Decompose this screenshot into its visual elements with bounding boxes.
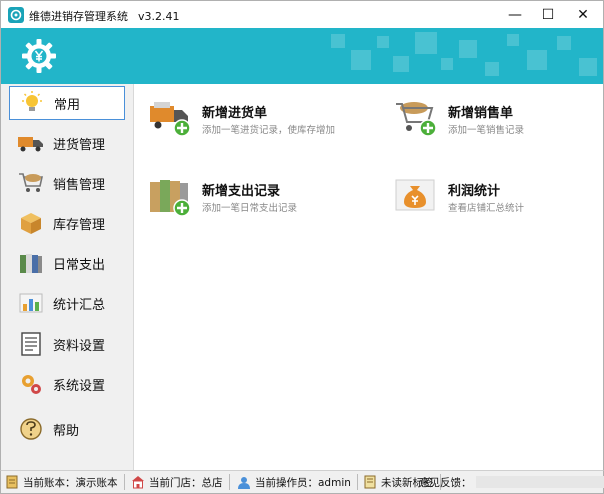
profit-statistics-tile[interactable]: 利润统计 查看店铺汇总统计 [394,176,594,226]
ledger-icon [5,475,19,489]
lightbulb-icon [18,91,46,115]
title-bar: 维德进销存管理系统 v3.2.41 — ☐ ✕ [0,0,604,28]
user-icon [237,475,251,489]
tile-title: 新增支出记录 [202,184,281,199]
sidebar-item-help[interactable]: 帮助 [9,412,125,446]
current-account[interactable]: 当前账本：演示账本 [5,474,125,490]
app-logo-icon [8,7,24,23]
document-icon [17,332,45,356]
banner-decoration [415,32,437,54]
truck-icon [17,131,45,155]
binders-icon [17,251,45,275]
gears-icon [17,372,45,396]
sidebar-item-common[interactable]: 常用 [9,86,125,120]
minimize-button[interactable]: — [498,1,532,29]
banner-decoration [331,34,345,48]
new-expense-record-tile[interactable]: 新增支出记录 添加一笔日常支出记录 [148,176,348,226]
sidebar-item-label: 系统设置 [53,378,106,394]
sidebar-item-label: 资料设置 [53,338,106,354]
banner-decoration [393,56,409,72]
help-icon [17,417,45,441]
close-button[interactable]: ✕ [566,1,600,29]
brand-gear-icon [21,38,57,74]
banner-decoration [351,50,371,70]
sidebar-item-inventory[interactable]: 库存管理 [9,206,125,240]
window-title: 维德进销存管理系统 v3.2.41 [29,8,180,24]
banner-decoration [507,34,519,46]
sidebar-item-label: 进货管理 [53,137,106,153]
feedback-label: 意见反馈： [419,476,472,489]
sidebar: 常用 进货管理 销售管理 库存管理 日常支出 统计汇总 资料设置 系统设置 帮助 [0,84,134,470]
box-icon [17,211,45,235]
app-version: v3.2.41 [138,10,180,23]
bar-chart-icon [17,291,45,315]
sidebar-item-label: 日常支出 [53,257,106,273]
sidebar-item-label: 常用 [54,97,81,113]
minimize-icon: — [508,7,522,23]
sidebar-item-label: 帮助 [53,423,80,439]
banner-decoration [527,50,547,70]
banner-decoration [485,62,499,76]
feedback-field[interactable] [475,476,604,488]
maximize-icon: ☐ [541,7,555,23]
current-store[interactable]: 当前门店：总店 [131,474,230,490]
sidebar-item-purchase[interactable]: 进货管理 [9,126,125,160]
tile-description: 添加一笔销售记录 [448,125,525,136]
sidebar-item-expenses[interactable]: 日常支出 [9,246,125,280]
tile-title: 新增销售单 [448,106,514,121]
feedback[interactable]: 意见反馈： [419,474,604,490]
tile-description: 添加一笔进货记录，使库存增加 [202,125,336,136]
sidebar-item-sales[interactable]: 销售管理 [9,166,125,200]
current-store-text: 当前门店：总店 [149,476,223,489]
main-panel: 新增进货单 添加一笔进货记录，使库存增加 新增销售单 添加一笔销售记录 新增支出… [134,84,604,470]
tile-title: 新增进货单 [202,106,268,121]
shopping-cart-icon [17,171,45,195]
sidebar-item-label: 统计汇总 [53,297,106,313]
banner-decoration [459,40,477,58]
sidebar-item-statistics[interactable]: 统计汇总 [9,286,125,320]
sidebar-item-data-settings[interactable]: 资料设置 [9,327,125,361]
tile-description: 添加一笔日常支出记录 [202,203,298,214]
current-account-text: 当前账本：演示账本 [23,476,118,489]
sidebar-item-system-settings[interactable]: 系统设置 [9,367,125,401]
banner-decoration [557,36,571,50]
money-bag-icon [394,176,440,218]
notebook-icon [363,475,377,489]
store-icon [131,475,145,489]
maximize-button[interactable]: ☐ [531,1,565,29]
tile-description: 查看店铺汇总统计 [448,203,525,214]
app-name: 维德进销存管理系统 [29,10,128,23]
new-purchase-order-tile[interactable]: 新增进货单 添加一笔进货记录，使库存增加 [148,98,348,148]
tile-title: 利润统计 [448,184,501,199]
truck-add-icon [148,98,194,140]
sidebar-item-label: 销售管理 [53,177,106,193]
status-bar: 当前账本：演示账本 当前门店：总店 当前操作员：admin 未读新标签 意见反馈… [0,470,604,494]
new-sales-order-tile[interactable]: 新增销售单 添加一笔销售记录 [394,98,594,148]
sidebar-item-label: 库存管理 [53,217,106,233]
binders-add-icon [148,176,194,218]
close-icon: ✕ [577,7,589,23]
header-banner [0,28,604,84]
current-operator-text: 当前操作员：admin [255,476,351,489]
banner-decoration [441,58,453,70]
current-operator[interactable]: 当前操作员：admin [237,474,358,490]
banner-decoration [579,58,597,76]
cart-add-icon [394,98,440,140]
banner-decoration [377,36,389,48]
